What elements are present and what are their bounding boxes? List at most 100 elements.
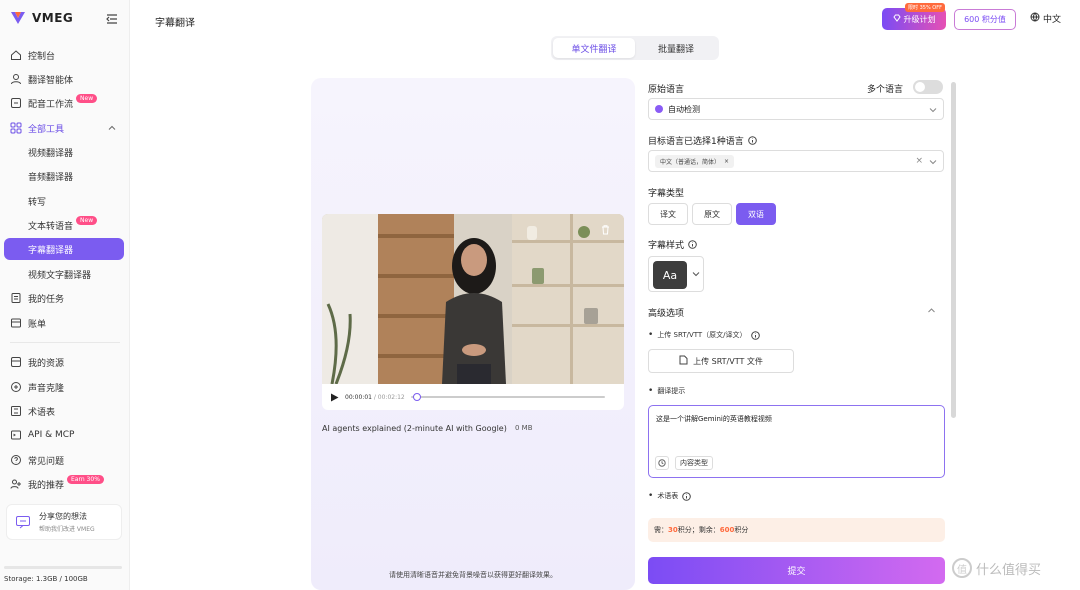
sidebar-item-subtitle-translator[interactable]: 字幕翻译器 <box>4 238 124 260</box>
multi-language-toggle[interactable] <box>913 80 943 94</box>
chip-remove-icon[interactable]: × <box>724 158 729 165</box>
sidebar-item-text-to-speech[interactable]: 文本转语音 New <box>4 214 124 236</box>
clear-icon[interactable]: × <box>915 156 923 166</box>
target-language-label: 目标语言已选择1种语言 <box>648 134 757 147</box>
audio-tip: 请使用清晰语音并避免背景噪音以获得更好翻译效果。 <box>389 571 557 579</box>
page-title: 字幕翻译 <box>155 18 195 29</box>
video-player[interactable] <box>322 214 624 384</box>
progress-knob[interactable] <box>412 393 421 401</box>
workflow-icon <box>10 97 22 109</box>
chevron-down-icon <box>692 270 700 278</box>
storage-bar <box>4 566 122 569</box>
new-badge: New <box>76 215 98 225</box>
multi-language-label: 多个语言 <box>867 85 904 95</box>
sidebar-item-label: 配音工作流 <box>28 99 74 110</box>
discount-tag: 限时 35% OFF <box>905 3 945 12</box>
upload-srt-label-text: 上传 SRT/VTT（原文/译文） <box>657 331 747 339</box>
source-language-value: 自动检测 <box>668 104 700 114</box>
sidebar-item-audio-translator[interactable]: 音频翻译器 <box>4 165 124 187</box>
app-name: VMEG <box>32 11 74 25</box>
sidebar-item-faq[interactable]: 常见问题 <box>4 449 124 471</box>
sidebar-item-transcribe[interactable]: 转写 <box>4 190 124 212</box>
sidebar-item-my-tasks[interactable]: 我的任务 <box>4 287 124 309</box>
content-type-button[interactable]: 内容类型 <box>675 456 713 470</box>
sidebar-item-my-resources[interactable]: 我的资源 <box>4 351 124 373</box>
collapse-sidebar-icon[interactable] <box>106 13 118 25</box>
sidebar-item-glossary[interactable]: 术语表 <box>4 400 124 422</box>
style-preview: Aa <box>653 261 687 289</box>
voice-icon <box>10 381 22 393</box>
mode-tabs: 单文件翻译 批量翻译 <box>551 36 719 60</box>
target-language-chip: 中文（普通话，简体） × <box>655 154 735 168</box>
info-icon[interactable] <box>682 491 692 501</box>
sidebar-item-label: 视频文字翻译器 <box>28 270 92 281</box>
subtitle-type-label: 字幕类型 <box>648 189 685 199</box>
advanced-options-label[interactable]: 高级选项 <box>648 306 684 319</box>
share-feedback-card[interactable]: 分享您的想法 帮助我们改进 VMEG <box>6 504 122 540</box>
resource-icon <box>10 356 22 368</box>
info-icon[interactable] <box>747 136 757 145</box>
upgrade-label: 升级计划 <box>903 14 936 24</box>
watermark: 值 什么值得买 <box>952 558 1041 578</box>
info-icon[interactable] <box>688 240 697 249</box>
share-subtitle: 帮助我们改进 VMEG <box>39 526 95 533</box>
cost-suffix: 积分 <box>734 526 749 534</box>
sidebar-item-video-translator[interactable]: 视频翻译器 <box>4 141 124 163</box>
sidebar-item-label: 视频翻译器 <box>28 148 74 159</box>
tab-batch[interactable]: 批量翻译 <box>635 38 717 58</box>
subtitle-type-original[interactable]: 原文 <box>692 203 732 225</box>
sidebar-item-label: 控制台 <box>28 51 56 62</box>
cost-mid: 积分；剩余： <box>677 526 720 534</box>
sidebar-item-dubbing-workflow[interactable]: 配音工作流 New <box>4 92 124 114</box>
subtitle-type-translation[interactable]: 译文 <box>648 203 688 225</box>
sidebar-item-all-tools[interactable]: 全部工具 <box>4 117 124 139</box>
sidebar-item-label: 我的推荐 <box>28 480 65 491</box>
sidebar-item-translation-agent[interactable]: 翻译智能体 <box>4 68 124 90</box>
sidebar-item-dashboard[interactable]: 控制台 <box>4 44 124 66</box>
file-size: 0 MB <box>515 424 533 432</box>
feedback-icon <box>15 514 31 530</box>
target-language-chip-label: 中文（普通话，简体） <box>660 158 721 166</box>
language-switcher[interactable]: 中文 <box>1030 12 1061 25</box>
sidebar-item-api-mcp[interactable]: API & MCP <box>4 424 124 446</box>
subtitle-type-bilingual[interactable]: 双语 <box>736 203 776 225</box>
sidebar-item-label: 全部工具 <box>28 124 65 135</box>
sidebar-item-label: API & MCP <box>28 430 75 440</box>
sidebar-item-label: 转写 <box>28 197 47 208</box>
glossary-label-text: 术语表 <box>657 492 679 500</box>
sidebar-item-referral[interactable]: 我的推荐 Earn 30% <box>4 473 124 495</box>
sidebar-item-billing[interactable]: 账单 <box>4 312 124 334</box>
cost-value: 30 <box>668 526 678 534</box>
chevron-up-icon[interactable] <box>108 124 116 132</box>
new-badge: New <box>76 93 98 103</box>
watermark-text: 什么值得买 <box>976 562 1042 578</box>
sidebar-item-label: 常见问题 <box>28 456 65 467</box>
chevron-up-icon[interactable] <box>927 306 936 315</box>
trash-icon[interactable] <box>600 224 611 235</box>
submit-button[interactable]: 提交 <box>648 557 945 584</box>
subtitle-style-picker[interactable]: Aa <box>648 256 704 292</box>
info-icon[interactable] <box>750 330 760 340</box>
watermark-logo-icon: 值 <box>952 558 972 578</box>
sidebar-divider <box>10 342 120 343</box>
source-language-select[interactable]: 自动检测 <box>648 98 944 120</box>
glossary-label: 术语表 <box>648 491 692 501</box>
clock-icon[interactable] <box>655 456 669 470</box>
logo[interactable]: VMEG <box>10 10 73 26</box>
tab-single-file[interactable]: 单文件翻译 <box>553 38 635 58</box>
source-language-label: 原始语言 <box>648 85 685 95</box>
sidebar-item-video-text-translator[interactable]: 视频文字翻译器 <box>4 263 124 285</box>
storage-text: Storage: 1.3GB / 100GB <box>4 575 88 583</box>
target-language-select[interactable]: 中文（普通话，简体） × × <box>648 150 944 172</box>
video-progress-bar[interactable] <box>410 393 605 401</box>
help-icon <box>10 454 22 466</box>
credits-button[interactable]: 600 积分值 <box>954 9 1016 30</box>
earn-badge: Earn 30% <box>67 474 104 484</box>
agent-icon <box>10 73 22 85</box>
settings-scrollbar[interactable] <box>951 82 956 418</box>
sidebar-item-voice-clone[interactable]: 声音克隆 <box>4 376 124 398</box>
current-time: 00:00:01 <box>345 393 372 401</box>
upload-srt-button[interactable]: 上传 SRT/VTT 文件 <box>648 349 794 373</box>
play-icon[interactable] <box>330 393 339 402</box>
cost-prefix: 需： <box>654 526 668 534</box>
